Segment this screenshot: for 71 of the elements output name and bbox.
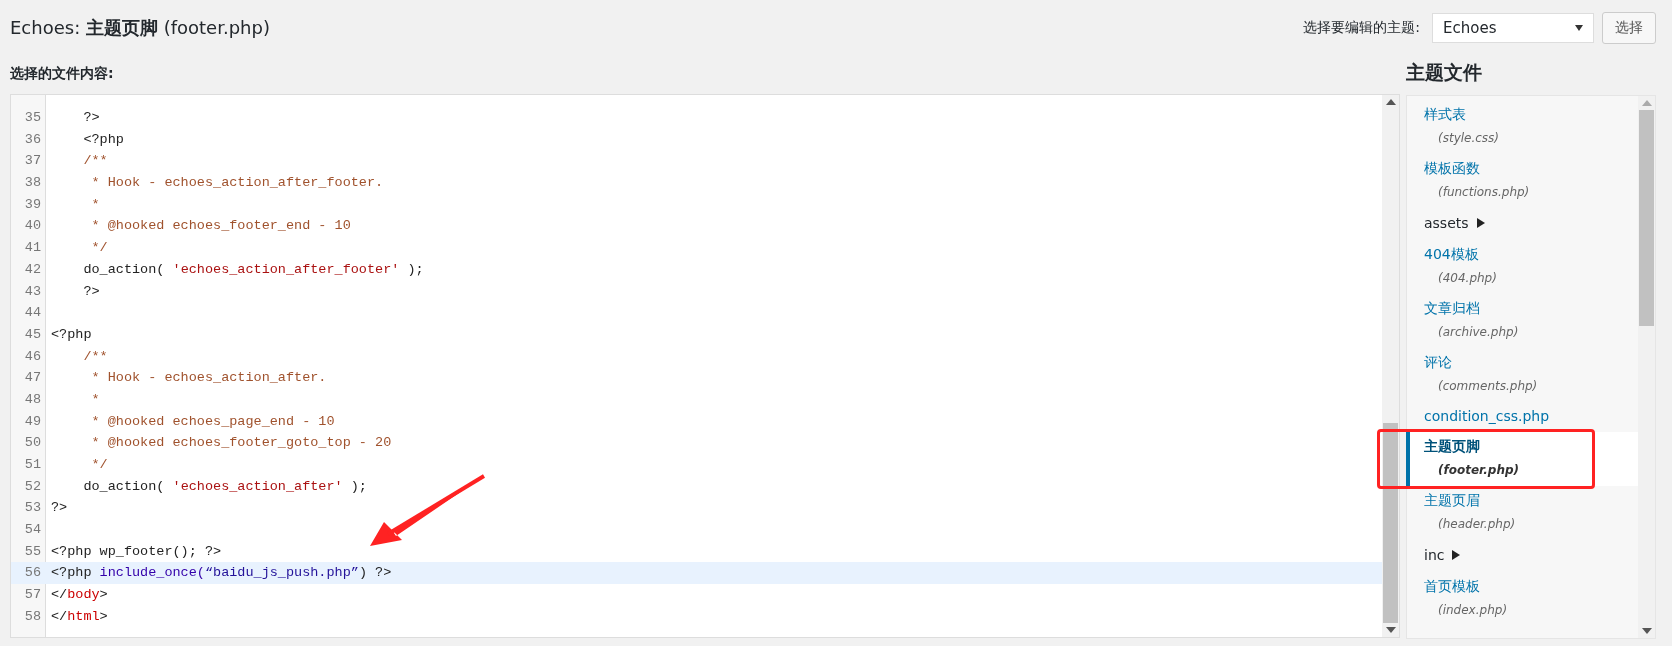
line-number: 54 bbox=[23, 521, 41, 540]
line-number: 37 bbox=[23, 152, 41, 171]
code-line: <?php bbox=[51, 325, 92, 344]
code-line: */ bbox=[90, 456, 108, 474]
file-item[interactable]: 首页模板 (index.php) bbox=[1406, 572, 1638, 626]
line-number: 42 bbox=[23, 260, 41, 279]
folder-item[interactable]: inc bbox=[1406, 540, 1638, 572]
code-line: * @hooked echoes_page_end - 10 bbox=[90, 412, 335, 431]
file-item[interactable]: condition_css.php bbox=[1406, 402, 1638, 432]
code-line: <?php bbox=[82, 130, 124, 149]
line-number: 55 bbox=[23, 542, 41, 561]
line-number: 35 bbox=[23, 109, 41, 127]
line-number: 40 bbox=[23, 217, 41, 236]
folder-item[interactable]: assets bbox=[1406, 208, 1638, 240]
code-line: * @hooked echoes_footer_goto_top - 20 bbox=[90, 434, 392, 453]
file-item[interactable]: 主题页脚 (footer.php) bbox=[1406, 432, 1638, 486]
expand-triangle-icon bbox=[1476, 218, 1485, 228]
file-item[interactable]: 文章归档 (archive.php) bbox=[1406, 294, 1638, 348]
line-number: 44 bbox=[23, 304, 41, 323]
scroll-down-icon[interactable] bbox=[1641, 628, 1652, 634]
file-item[interactable]: 主题页眉 (header.php) bbox=[1406, 486, 1638, 540]
page-title: Echoes: 主题页脚 (footer.php) bbox=[10, 16, 270, 40]
line-number: 50 bbox=[23, 434, 41, 453]
code-line: * Hook - echoes_action_after_footer. bbox=[90, 174, 384, 193]
line-number: 56 bbox=[23, 564, 41, 583]
line-number: 48 bbox=[23, 390, 41, 409]
code-line: * Hook - echoes_action_after. bbox=[90, 369, 327, 388]
line-number: 58 bbox=[23, 607, 41, 626]
editor-label: 选择的文件内容: bbox=[10, 64, 115, 83]
line-number: 41 bbox=[23, 239, 41, 258]
code-line: </html> bbox=[51, 607, 108, 626]
line-number: 49 bbox=[23, 412, 41, 431]
scrollbar[interactable] bbox=[1382, 95, 1399, 637]
line-number: 46 bbox=[23, 347, 41, 366]
line-number: 43 bbox=[23, 282, 41, 301]
line-number: 51 bbox=[23, 456, 41, 474]
code-line: /** bbox=[82, 152, 108, 171]
code-line: /** bbox=[82, 347, 108, 366]
scroll-down-icon[interactable] bbox=[1385, 627, 1396, 633]
code-line: ?> bbox=[51, 499, 68, 518]
expand-triangle-icon bbox=[1452, 550, 1461, 560]
line-number: 36 bbox=[23, 130, 41, 149]
code-line: */ bbox=[90, 239, 108, 258]
line-number: 45 bbox=[23, 325, 41, 344]
code-line: do_action( 'echoes_action_after_footer' ); bbox=[82, 260, 424, 279]
line-number: 47 bbox=[23, 369, 41, 388]
dropdown-caret-icon bbox=[1575, 25, 1583, 31]
code-line: <?php include_once(“baidu_js_push.php”) ?> bbox=[51, 564, 392, 583]
code-line: <?php wp_footer(); ?> bbox=[51, 542, 222, 561]
code-line: do_action( 'echoes_action_after' ); bbox=[82, 477, 367, 496]
scroll-up-icon[interactable] bbox=[1385, 99, 1396, 105]
sidebar-title: 主题文件 bbox=[1406, 60, 1483, 85]
line-number: 38 bbox=[23, 174, 41, 193]
select-button[interactable]: 选择 bbox=[1602, 12, 1656, 44]
code-line: ?> bbox=[82, 282, 100, 301]
code-line: </body> bbox=[51, 586, 108, 605]
file-item[interactable]: 404模板 (404.php) bbox=[1406, 240, 1638, 294]
code-line: * bbox=[90, 390, 100, 409]
code-line: * @hooked echoes_footer_end - 10 bbox=[90, 217, 351, 236]
theme-select-label: 选择要编辑的主题: bbox=[1303, 19, 1420, 37]
file-item[interactable]: 样式表 (style.css) bbox=[1406, 100, 1638, 154]
line-number: 52 bbox=[23, 477, 41, 496]
code-line: * bbox=[90, 195, 100, 214]
line-number: 53 bbox=[23, 499, 41, 518]
file-item[interactable]: 模板函数 (functions.php) bbox=[1406, 154, 1638, 208]
file-item[interactable]: 评论 (comments.php) bbox=[1406, 348, 1638, 402]
line-number: 57 bbox=[23, 586, 41, 605]
scrollbar[interactable] bbox=[1638, 96, 1655, 638]
code-line: ?> bbox=[82, 109, 100, 127]
line-number: 39 bbox=[23, 195, 41, 214]
theme-select[interactable]: Echoes bbox=[1432, 13, 1594, 43]
